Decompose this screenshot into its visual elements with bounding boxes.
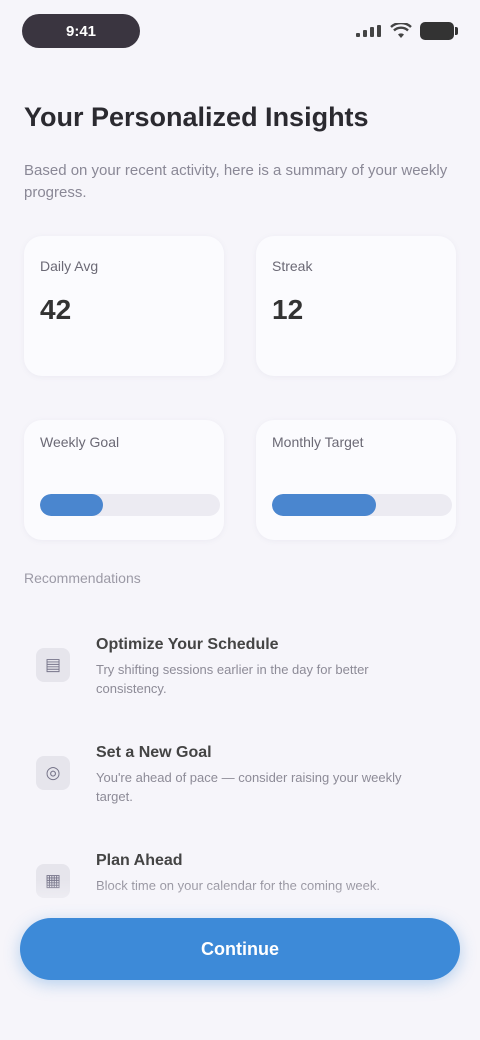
status-bar: 9:41 — [0, 0, 480, 64]
bottom-fade — [0, 880, 480, 920]
stat-card-streak[interactable]: Streak 12 — [256, 236, 456, 376]
page-title: Your Personalized Insights — [24, 102, 369, 132]
progress-card-monthly-target[interactable]: Monthly Target — [256, 420, 456, 540]
page-subtitle: Based on your recent activity, here is a… — [24, 162, 448, 201]
chart-icon: ▤ — [36, 648, 70, 682]
status-time: 9:41 — [22, 14, 140, 48]
stat-card-daily-avg[interactable]: Daily Avg 42 — [24, 236, 224, 376]
list-item[interactable]: ◎ Set a New Goal You're ahead of pace — … — [24, 734, 456, 824]
tip-title: Plan Ahead — [96, 852, 183, 869]
stat-label: Streak — [272, 258, 313, 274]
stat-value: 12 — [272, 294, 304, 325]
progress-fill — [272, 494, 377, 516]
progress-label: Weekly Goal — [40, 434, 120, 450]
signal-icon — [356, 25, 381, 37]
tip-title: Set a New Goal — [96, 744, 212, 761]
progress-fill — [40, 494, 103, 516]
progress-label: Monthly Target — [272, 434, 364, 450]
section-label: Recommendations — [24, 570, 141, 586]
wifi-icon — [390, 23, 412, 38]
target-icon: ◎ — [36, 756, 70, 790]
progress-card-weekly-goal[interactable]: Weekly Goal — [24, 420, 224, 540]
tip-title: Optimize Your Schedule — [96, 636, 279, 653]
tip-description: You're ahead of pace — consider raising … — [96, 770, 402, 804]
progress-bar — [40, 494, 220, 516]
progress-bar — [272, 494, 452, 516]
stat-value: 42 — [40, 294, 72, 325]
continue-button[interactable]: Continue — [20, 918, 460, 980]
status-icons — [356, 20, 458, 42]
list-item[interactable]: ▤ Optimize Your Schedule Try shifting se… — [24, 626, 456, 716]
tip-description: Try shifting sessions earlier in the day… — [96, 662, 369, 696]
battery-icon — [420, 22, 458, 40]
stat-label: Daily Avg — [40, 258, 99, 274]
